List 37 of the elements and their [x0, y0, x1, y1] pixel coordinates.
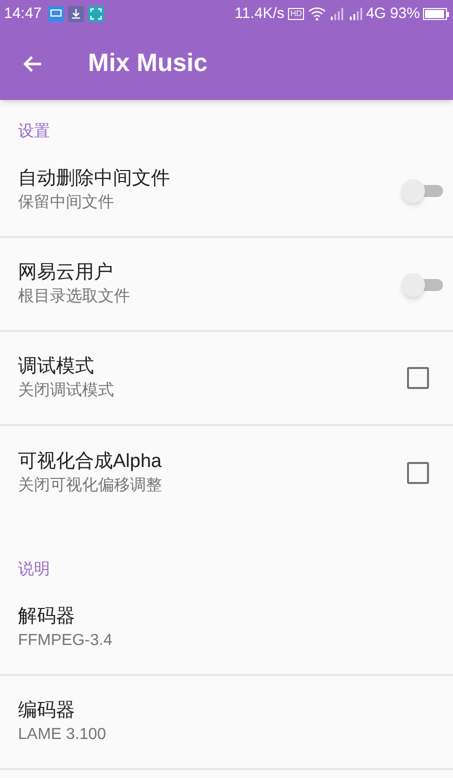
toggle-switch[interactable]: [401, 178, 443, 202]
preference-title: 编码器: [18, 699, 76, 723]
preference-title: 调试模式: [18, 355, 95, 379]
hd-badge: HD: [288, 8, 304, 20]
section-header: 设置: [18, 123, 50, 140]
checkbox[interactable]: [407, 462, 429, 484]
network-speed-text: 11.4K/s: [234, 4, 284, 24]
preference-summary: 关闭调试模式: [18, 380, 115, 401]
preference-title: 可视化合成Alpha: [18, 450, 163, 474]
section-header: 说明: [18, 561, 50, 578]
preference-row[interactable]: 网易云用户 根目录选取文件: [0, 238, 453, 332]
preference-summary: 关闭可视化偏移调整: [18, 476, 163, 496]
battery-percent-text: 93%: [390, 4, 420, 24]
preference-row[interactable]: 可视化合成Alpha 关闭可视化偏移调整: [0, 426, 453, 520]
preference-summary: LAME 3.100: [18, 725, 108, 745]
clock-text: 14:47: [4, 4, 42, 24]
preference-summary: 保留中间文件: [18, 192, 115, 213]
toggle-switch[interactable]: [401, 272, 443, 296]
wifi-icon: [308, 7, 326, 21]
scan-icon: [88, 6, 104, 22]
battery-icon: [423, 8, 449, 20]
checkbox[interactable]: [407, 367, 429, 389]
preference-title: 解码器: [18, 605, 76, 629]
app-title: Mix Music: [88, 48, 208, 80]
network-type-text: 4G: [366, 4, 386, 24]
signal-icon: [348, 7, 364, 21]
preference-row[interactable]: 自动删除中间文件 保留中间文件: [0, 144, 453, 238]
download-icon: [68, 6, 84, 22]
preference-row[interactable]: 编码器 LAME 3.100: [0, 676, 453, 770]
signal-icon: [328, 7, 345, 21]
preference-row[interactable]: 解码器 FFMPEG-3.4: [0, 582, 453, 676]
message-icon: [48, 6, 64, 22]
preference-row[interactable]: 调试模式 关闭调试模式: [0, 332, 453, 426]
preference-summary: FFMPEG-3.4: [18, 631, 114, 651]
preference-summary: 根目录选取文件: [18, 286, 131, 307]
preference-title: 自动删除中间文件: [18, 167, 171, 191]
preference-title: 网易云用户: [18, 261, 114, 285]
